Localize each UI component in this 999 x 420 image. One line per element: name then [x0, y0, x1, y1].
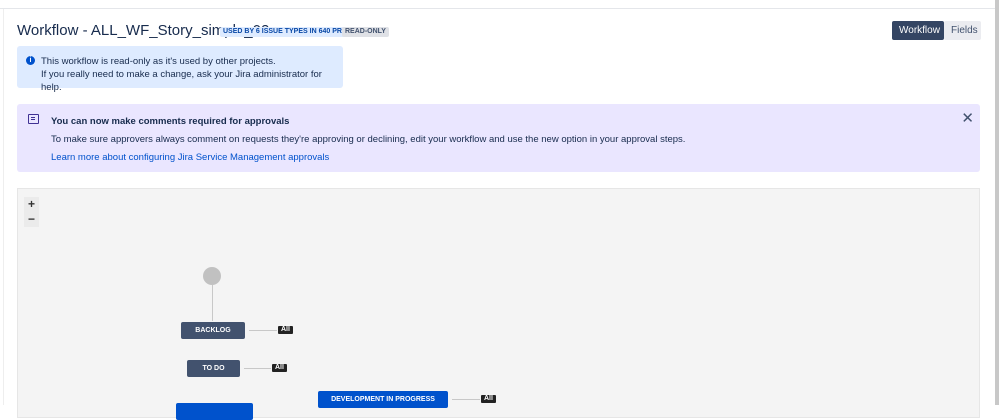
- fields-view-button[interactable]: Fields: [944, 21, 981, 40]
- all-transition-label[interactable]: All: [272, 364, 287, 372]
- info-icon: i: [26, 56, 35, 65]
- all-transition-label[interactable]: All: [481, 395, 496, 403]
- close-icon[interactable]: ✕: [961, 109, 974, 127]
- status-development-in-progress[interactable]: DEVELOPMENT IN PROGRESS: [318, 391, 448, 408]
- info-line-2: If you really need to make a change, ask…: [41, 69, 322, 93]
- banner-heading: You can now make comments required for a…: [51, 116, 290, 127]
- top-divider: [0, 0, 995, 9]
- status-to-do[interactable]: TO DO: [187, 360, 240, 377]
- status-backlog[interactable]: BACKLOG: [181, 322, 245, 339]
- approvals-learn-more-link[interactable]: Learn more about configuring Jira Servic…: [51, 152, 329, 163]
- scrollbar[interactable]: [995, 0, 999, 405]
- transition-arrow: [249, 330, 277, 331]
- start-node: [203, 267, 221, 285]
- readonly-badge: READ-ONLY: [342, 27, 389, 37]
- transition-arrow: [244, 368, 271, 369]
- zoom-in-button[interactable]: +: [24, 197, 39, 212]
- banner-text: To make sure approvers always comment on…: [51, 134, 686, 145]
- zoom-controls: + −: [24, 197, 39, 227]
- zoom-out-button[interactable]: −: [24, 212, 39, 227]
- comment-icon: [28, 114, 39, 124]
- status-node-partial[interactable]: [176, 403, 253, 420]
- readonly-info-message: i This workflow is read-only as it's use…: [17, 46, 343, 93]
- transition-arrow: [452, 399, 480, 400]
- start-transition-line: [212, 285, 213, 321]
- info-line-1: This workflow is read-only as it's used …: [41, 56, 276, 67]
- approvals-banner: You can now make comments required for a…: [17, 104, 980, 172]
- all-transition-label[interactable]: All: [278, 326, 293, 334]
- workflow-diagram[interactable]: + − BACKLOG All TO DO All DEVELOPMENT IN…: [17, 188, 980, 420]
- left-divider: [3, 9, 4, 405]
- workflow-view-button[interactable]: Workflow: [892, 21, 944, 40]
